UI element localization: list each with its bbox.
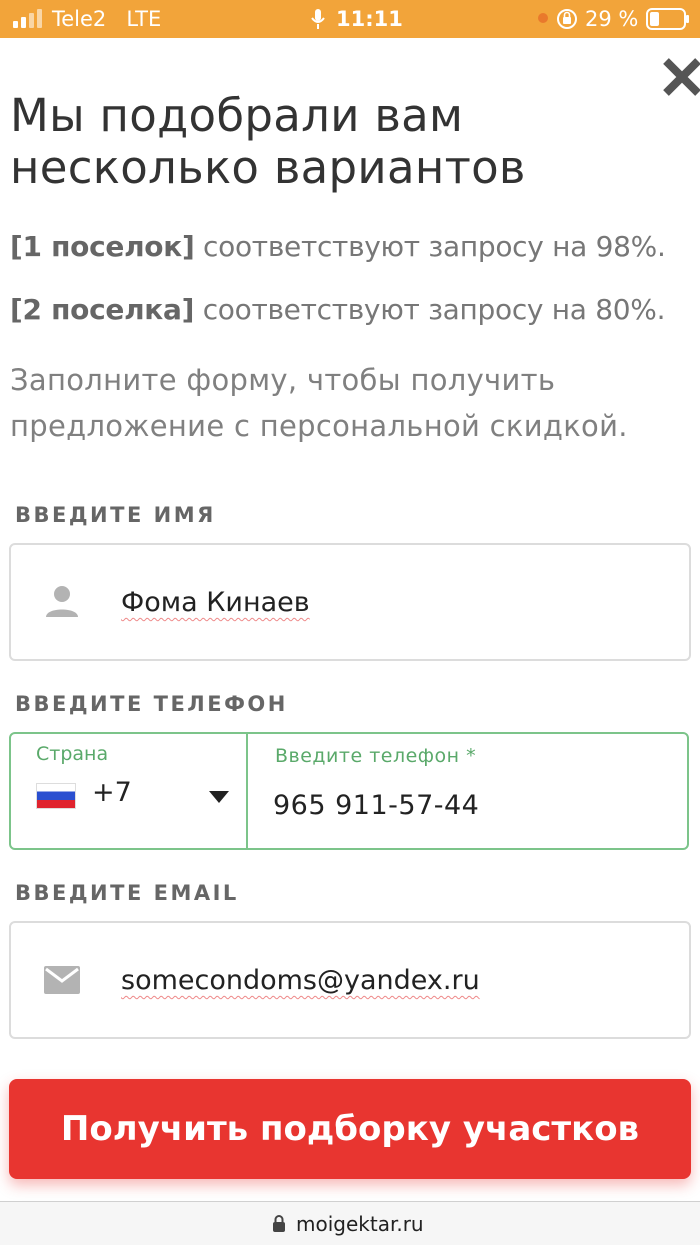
country-label: Страна bbox=[36, 743, 109, 765]
email-input-value: somecondoms@yandex.ru bbox=[121, 965, 480, 996]
clock: 11:11 bbox=[336, 7, 403, 31]
country-code: +7 bbox=[92, 777, 132, 808]
phone-input-group: Страна +7 Введите телефон * 965 911-57-4… bbox=[9, 732, 689, 850]
browser-url-bar[interactable]: moigektar.ru bbox=[0, 1201, 700, 1245]
person-icon bbox=[46, 586, 78, 617]
microphone-icon bbox=[311, 9, 325, 29]
battery-icon bbox=[646, 8, 689, 30]
name-field-label: ВВЕДИТЕ ИМЯ bbox=[15, 503, 216, 527]
battery-percent: 29 % bbox=[585, 7, 639, 31]
form-description: Заполните форму, чтобы получить предложе… bbox=[10, 363, 628, 443]
phone-input-value: 965 911-57-44 bbox=[273, 790, 480, 821]
match-line-2: [2 поселка] соответствуют запросу на 80%… bbox=[10, 293, 666, 326]
lock-icon bbox=[273, 1215, 285, 1232]
country-select[interactable]: Страна +7 bbox=[11, 734, 248, 848]
phone-field-label: ВВЕДИТЕ ТЕЛЕФОН bbox=[15, 692, 288, 716]
phone-input[interactable]: Введите телефон * 965 911-57-44 bbox=[250, 734, 687, 848]
phone-input-label: Введите телефон * bbox=[275, 745, 477, 767]
caret-down-icon bbox=[209, 791, 229, 803]
mail-icon bbox=[44, 966, 80, 994]
status-bar: Tele2 LTE 11:11 29 % bbox=[0, 0, 700, 38]
recording-dot-icon bbox=[538, 13, 548, 23]
signal-icon bbox=[13, 9, 42, 28]
match-count-1: [1 поселок] bbox=[10, 230, 195, 263]
match-line-1: [1 поселок] соответствуют запросу на 98%… bbox=[10, 230, 666, 263]
russia-flag-icon bbox=[36, 783, 76, 809]
name-input[interactable]: Фома Кинаев bbox=[9, 543, 691, 661]
email-input[interactable]: somecondoms@yandex.ru bbox=[9, 921, 691, 1039]
submit-button[interactable]: Получить подборку участков bbox=[9, 1079, 691, 1179]
rotation-lock-icon bbox=[557, 9, 577, 29]
name-input-value: Фома Кинаев bbox=[121, 587, 310, 618]
email-field-label: ВВЕДИТЕ EMAIL bbox=[15, 881, 239, 905]
carrier-name: Tele2 LTE bbox=[52, 7, 162, 31]
match-text-2: соответствуют запросу на 80%. bbox=[194, 293, 666, 326]
match-text-1: соответствуют запросу на 98%. bbox=[194, 230, 666, 263]
page-url: moigektar.ru bbox=[296, 1212, 424, 1236]
close-icon[interactable] bbox=[660, 55, 700, 99]
match-count-2: [2 поселка] bbox=[10, 293, 195, 326]
modal-title: Мы подобрали вам несколько вариантов bbox=[10, 89, 526, 194]
